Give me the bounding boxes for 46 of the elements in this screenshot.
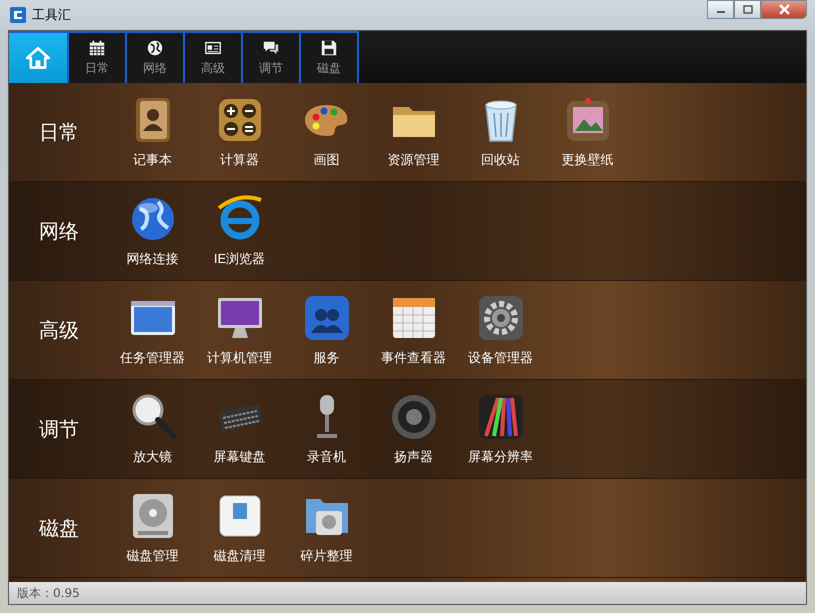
app-launcher[interactable]: IE浏览器 <box>196 194 283 268</box>
tab[interactable]: 日常 <box>69 31 127 83</box>
chat-bubbles-icon <box>262 39 280 57</box>
section-title: 磁盘 <box>38 514 80 542</box>
section-title: 网络 <box>38 218 80 244</box>
tab[interactable]: 网络 <box>127 31 185 83</box>
maximize-icon <box>742 4 752 14</box>
globe-icon <box>146 39 164 57</box>
version-text: 版本：0.95 <box>17 584 80 602</box>
section-title: 调节 <box>38 416 80 442</box>
app-launcher[interactable]: 磁盘清理 <box>196 491 283 565</box>
app-launcher[interactable]: 更换壁纸 <box>544 95 631 169</box>
section-title: 日常 <box>38 118 80 146</box>
app-launcher[interactable]: 屏幕分辨率 <box>457 392 544 466</box>
app-launcher[interactable]: 任务管理器 <box>109 293 196 367</box>
tab[interactable]: 高级 <box>185 31 243 83</box>
app-launcher[interactable]: 回收站 <box>457 95 544 169</box>
minimize-button[interactable] <box>707 0 734 19</box>
app-launcher[interactable]: 磁盘管理 <box>109 491 196 565</box>
app-logo-icon <box>10 7 26 23</box>
app-launcher[interactable]: 放大镜 <box>109 392 196 466</box>
app-launcher[interactable]: 资源管理 <box>370 95 457 169</box>
app-launcher[interactable]: 屏幕键盘 <box>196 392 283 466</box>
minimize-icon <box>716 11 724 13</box>
calendar-icon <box>88 39 106 57</box>
app-launcher[interactable]: 记事本 <box>109 95 196 169</box>
app-launcher[interactable]: 服务 <box>283 293 370 367</box>
close-button[interactable] <box>761 0 807 19</box>
app-launcher[interactable]: 录音机 <box>283 392 370 466</box>
app-launcher[interactable]: 事件查看器 <box>370 293 457 367</box>
app-launcher[interactable]: 设备管理器 <box>457 293 544 367</box>
app-launcher[interactable]: 计算机管理 <box>196 293 283 367</box>
window-title: 工具汇 <box>32 7 71 24</box>
app-launcher[interactable]: 画图 <box>283 95 370 169</box>
maximize-button[interactable] <box>734 0 761 19</box>
app-launcher[interactable]: 计算器 <box>196 95 283 169</box>
close-icon <box>778 4 790 15</box>
tab[interactable]: 调节 <box>243 31 301 83</box>
section-title: 高级 <box>38 316 80 344</box>
app-launcher[interactable]: 网络连接 <box>109 194 196 268</box>
app-launcher[interactable]: 碎片整理 <box>283 491 370 565</box>
tab[interactable]: 磁盘 <box>301 31 359 83</box>
home-icon <box>26 46 50 70</box>
id-card-icon <box>204 39 222 57</box>
app-launcher[interactable]: 扬声器 <box>370 392 457 466</box>
tab[interactable] <box>9 31 69 83</box>
